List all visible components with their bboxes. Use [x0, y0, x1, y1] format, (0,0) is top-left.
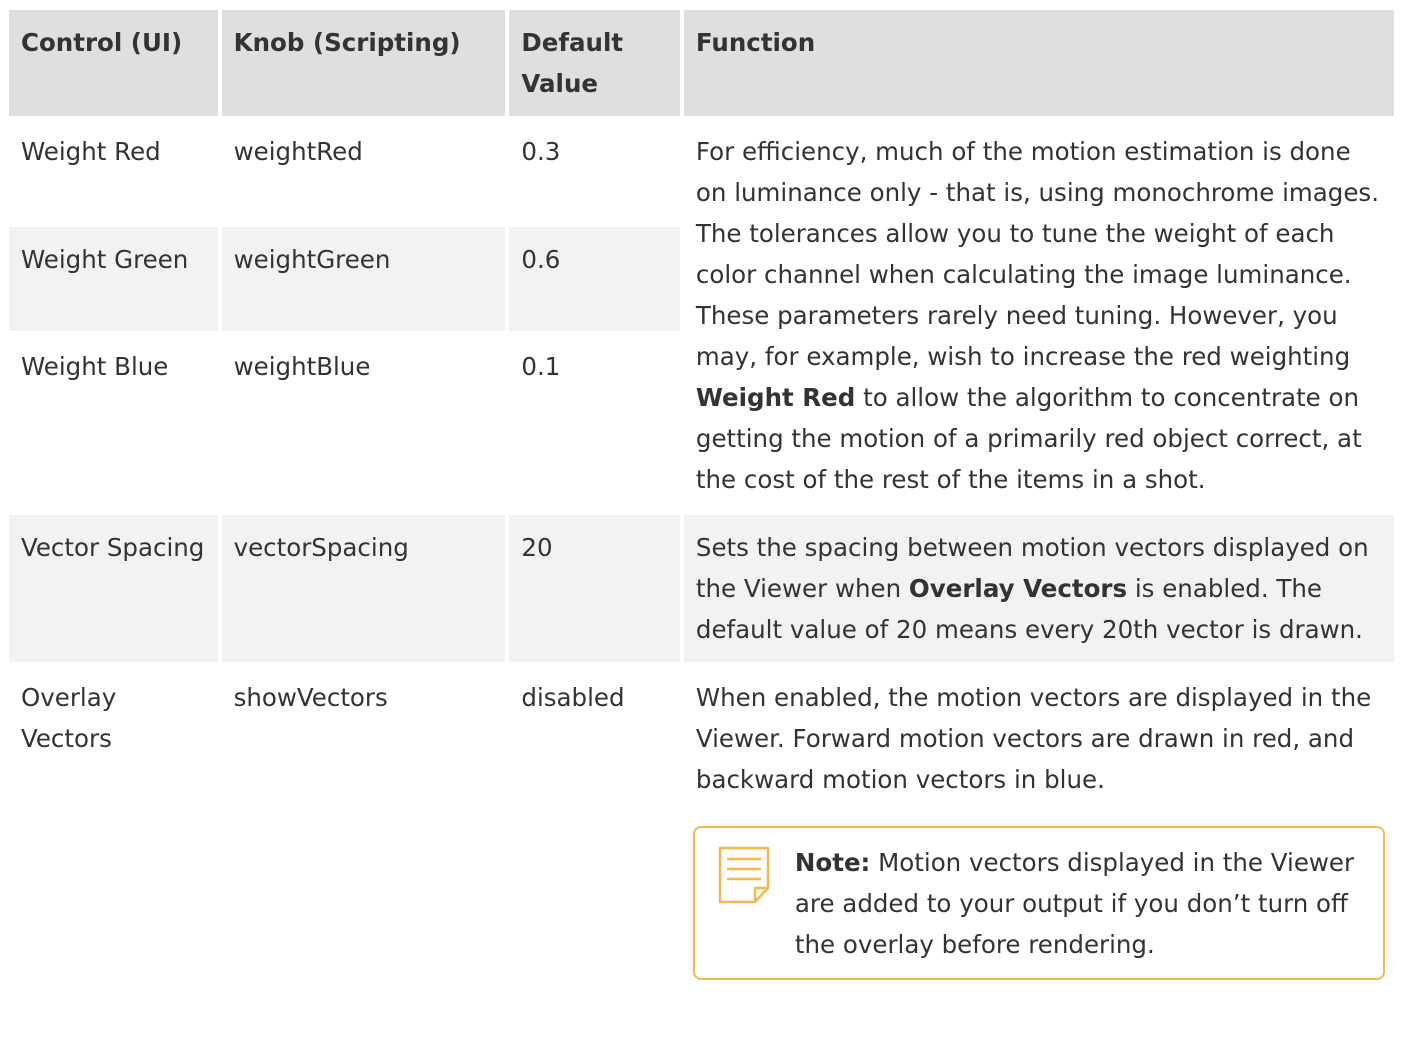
control-cell: Weight Blue [9, 334, 218, 512]
knob-cell: vectorSpacing [221, 515, 506, 662]
control-cell: Weight Red [9, 119, 218, 224]
note-icon [713, 844, 775, 906]
default-cell: 0.3 [509, 119, 680, 224]
knob-cell: weightGreen [221, 226, 506, 331]
function-cell: When enabled, the motion vectors are dis… [683, 665, 1394, 995]
table-row: Vector Spacing vectorSpacing 20 Sets the… [9, 515, 1394, 662]
header-row: Control (UI) Knob (Scripting) Default Va… [9, 10, 1394, 116]
control-cell: Vector Spacing [9, 515, 218, 662]
control-cell: Weight Green [9, 226, 218, 331]
control-cell: Overlay Vectors [9, 665, 218, 995]
function-text: For efficiency, much of the motion estim… [695, 137, 1379, 371]
knob-cell: weightRed [221, 119, 506, 224]
default-cell: disabled [509, 665, 680, 995]
default-cell: 20 [509, 515, 680, 662]
header-function: Function [683, 10, 1394, 116]
knob-cell: weightBlue [221, 334, 506, 512]
default-cell: 0.1 [509, 334, 680, 512]
function-cell: Sets the spacing between motion vectors … [683, 515, 1394, 662]
header-knob: Knob (Scripting) [221, 10, 506, 116]
note-callout: Note: Motion vectors displayed in the Vi… [692, 826, 1385, 980]
table-row: Overlay Vectors showVectors disabled Whe… [9, 665, 1394, 995]
header-control: Control (UI) [9, 10, 218, 116]
function-text: When enabled, the motion vectors are dis… [695, 683, 1372, 794]
parameters-table: Control (UI) Knob (Scripting) Default Va… [5, 7, 1398, 998]
default-cell: 0.6 [509, 226, 680, 331]
table-row: Weight Red weightRed 0.3 For efficiency,… [9, 119, 1394, 512]
note-text: Motion vectors displayed in the Viewer a… [794, 848, 1355, 959]
knob-cell: showVectors [221, 665, 506, 995]
function-cell: For efficiency, much of the motion estim… [683, 119, 1394, 512]
header-default: Default Value [509, 10, 680, 116]
note-label: Note: [794, 848, 871, 877]
function-bold: Overlay Vectors [908, 574, 1128, 603]
function-bold: Weight Red [695, 383, 856, 412]
